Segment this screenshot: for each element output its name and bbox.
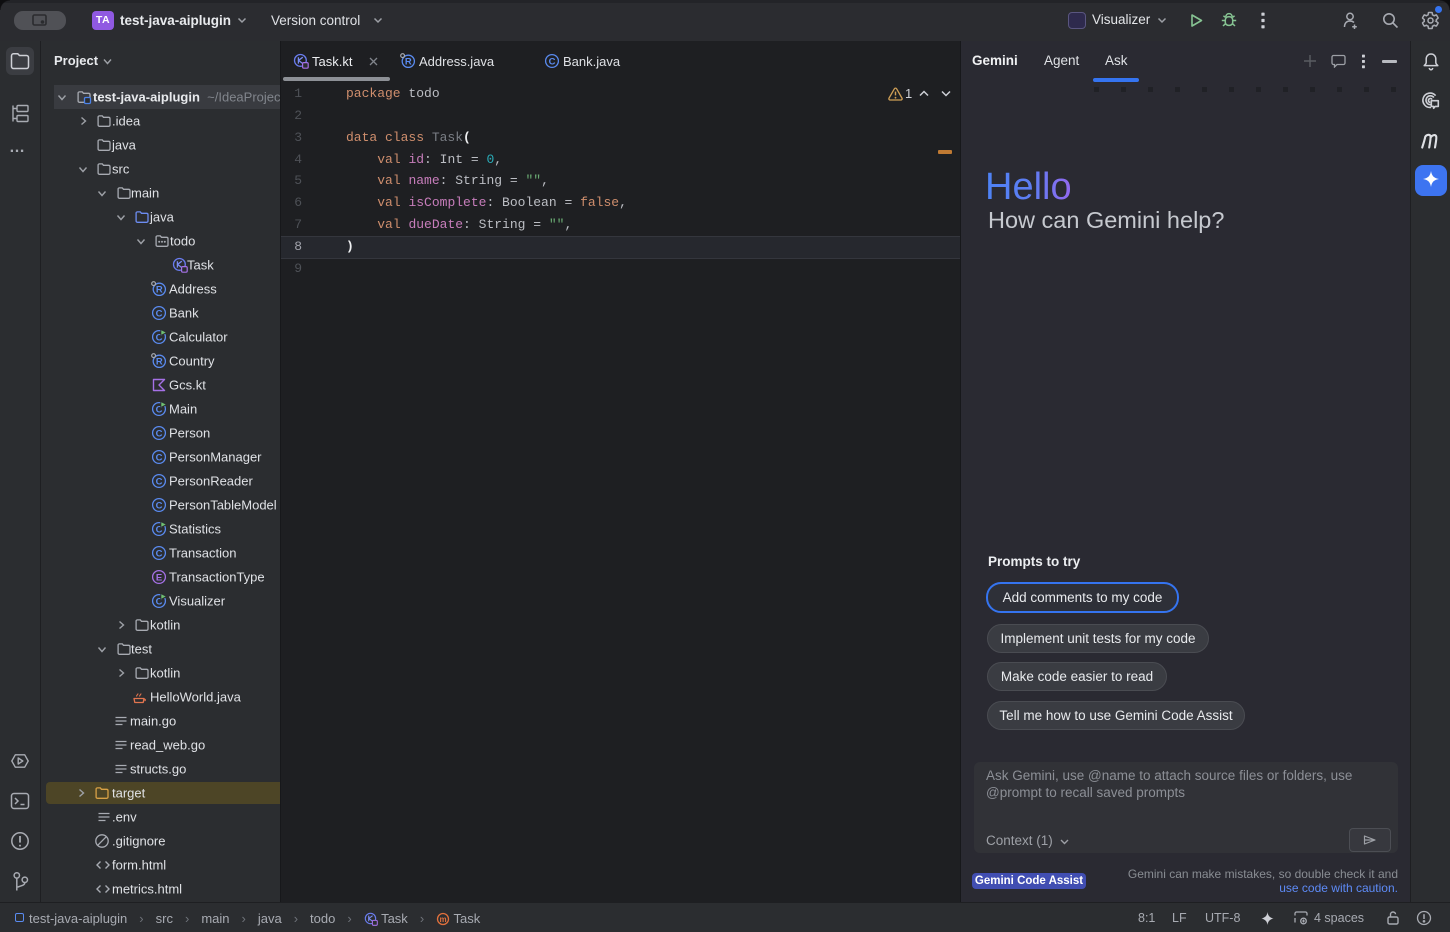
svg-text:m: m [440,915,447,924]
